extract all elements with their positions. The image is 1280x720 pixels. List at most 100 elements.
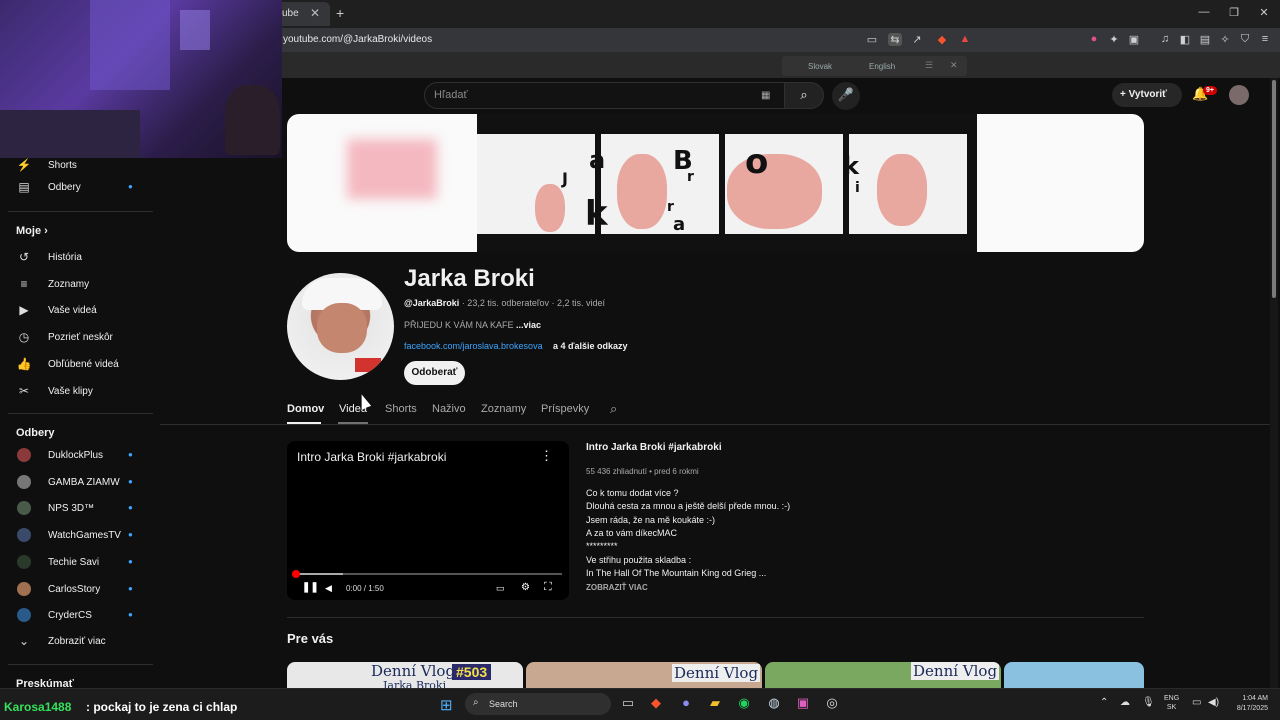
- voice-search-button[interactable]: 🎤: [832, 82, 860, 110]
- banner-face: [535, 184, 565, 232]
- media-icon[interactable]: ♫: [1158, 33, 1172, 45]
- close-window-button[interactable]: ✕: [1256, 6, 1272, 19]
- volume-tray-icon[interactable]: ◀): [1208, 697, 1219, 708]
- subtitles-icon[interactable]: ▭: [496, 583, 505, 594]
- more-options-icon[interactable]: ⋮: [540, 448, 553, 464]
- video-thumbnail[interactable]: Denní Vlog: [765, 662, 1001, 690]
- app-icon[interactable]: ▣: [793, 695, 813, 711]
- your-videos-icon: ▶: [19, 303, 29, 318]
- fullscreen-icon[interactable]: ⛶: [544, 581, 552, 594]
- translate-icon[interactable]: ⇆: [888, 33, 902, 46]
- sidebar-toggle-icon[interactable]: ◧: [1178, 33, 1192, 46]
- channel-avatar-small: [17, 581, 31, 596]
- subscription-item[interactable]: CarlosStory ●: [16, 577, 156, 603]
- sidebar-item-your-videos[interactable]: ▶ Vaše videá: [16, 298, 156, 324]
- banner-letter: i: [855, 180, 860, 196]
- leo-ai-icon[interactable]: ✧: [1218, 33, 1232, 46]
- spotify-icon[interactable]: ◉: [734, 695, 754, 711]
- tab-close-icon[interactable]: ✕: [310, 6, 320, 20]
- translate-target-tab[interactable]: English: [869, 62, 895, 71]
- translate-close-icon[interactable]: ✕: [950, 60, 958, 71]
- sidebar-show-more[interactable]: ⌄ Zobraziť viac: [16, 629, 156, 655]
- volume-icon[interactable]: ◀: [325, 583, 332, 594]
- wallet-icon[interactable]: ▤: [1198, 33, 1212, 46]
- banner-face: [617, 154, 667, 229]
- scrollbar-thumb[interactable]: [1272, 80, 1276, 298]
- subscription-item[interactable]: GAMBA ZIAMW ●: [16, 470, 156, 496]
- obs-icon[interactable]: ◎: [822, 695, 842, 711]
- more-links[interactable]: a 4 ďalšie odkazy: [553, 341, 628, 351]
- brave-icon[interactable]: ◆: [646, 695, 666, 711]
- tab-playlists[interactable]: Zoznamy: [481, 403, 526, 415]
- channel-search-icon[interactable]: ⌕: [610, 401, 617, 417]
- subscription-item[interactable]: CryderCS ●: [16, 603, 156, 629]
- channel-avatar[interactable]: [287, 273, 394, 380]
- share-icon[interactable]: ↗: [910, 33, 924, 46]
- new-tab-button[interactable]: +: [336, 5, 344, 21]
- video-thumbnail[interactable]: Denní Vlog: [526, 662, 762, 690]
- network-icon[interactable]: ▭: [1192, 697, 1201, 708]
- tab-home[interactable]: Domov: [287, 403, 324, 415]
- sidebar-item-liked-videos[interactable]: 👍 Obľúbené videá: [16, 352, 156, 378]
- subscription-item[interactable]: Techie Savi ●: [16, 550, 156, 576]
- tab-live[interactable]: Naživo: [432, 403, 466, 415]
- screenshot-icon[interactable]: ▣: [1127, 33, 1141, 46]
- keyboard-icon[interactable]: ▦: [761, 90, 770, 101]
- create-button[interactable]: + Vytvoriť: [1112, 83, 1182, 107]
- translate-menu-icon[interactable]: ☰: [925, 60, 933, 71]
- taskbar-search[interactable]: [465, 693, 611, 715]
- brave-shield-icon[interactable]: ◆: [935, 33, 949, 46]
- restore-button[interactable]: ❐: [1226, 6, 1242, 19]
- channel-description[interactable]: PŘIJEDU K VÁM NA KAFE ...viac: [404, 320, 541, 330]
- translate-source-tab[interactable]: Slovak: [808, 62, 832, 71]
- language-indicator[interactable]: ENG SK: [1164, 694, 1179, 712]
- tab-posts[interactable]: Príspevky: [541, 403, 589, 415]
- channel-avatar-small: [17, 474, 31, 489]
- windows-start-icon[interactable]: ⊞: [440, 696, 453, 714]
- tray-chevron-icon[interactable]: ⌃: [1100, 697, 1108, 708]
- search-button[interactable]: ⌕: [784, 82, 824, 109]
- account-avatar[interactable]: [1229, 85, 1249, 105]
- featured-video-title[interactable]: Intro Jarka Broki #jarkabroki: [586, 442, 722, 453]
- video-thumbnail[interactable]: [1004, 662, 1144, 690]
- video-thumbnail[interactable]: Denní Vlog Jarka Broki #503: [287, 662, 523, 690]
- cast-icon[interactable]: ▭: [865, 33, 879, 46]
- show-more-link[interactable]: ZOBRAZIŤ VIAC: [586, 583, 648, 592]
- extension-vpn-icon[interactable]: ●: [1087, 33, 1101, 45]
- sidebar-item-clips[interactable]: ✂ Vaše klipy: [16, 379, 156, 405]
- steam-icon[interactable]: ◍: [764, 695, 784, 711]
- search-box[interactable]: [424, 82, 785, 109]
- subscription-item[interactable]: NPS 3D™ ●: [16, 496, 156, 522]
- sidebar-item-watch-later[interactable]: ◷ Pozrieť neskôr: [16, 325, 156, 351]
- minimize-button[interactable]: —: [1196, 6, 1212, 18]
- brave-rewards-icon[interactable]: ▲: [958, 33, 972, 45]
- file-explorer-icon[interactable]: ▰: [705, 695, 725, 711]
- vpn-shield-icon[interactable]: ⛉: [1238, 33, 1252, 46]
- player-title[interactable]: Intro Jarka Broki #jarkabroki: [297, 450, 446, 464]
- task-view-icon[interactable]: ▭: [618, 695, 638, 711]
- subscription-item[interactable]: WatchGamesTV ●: [16, 523, 156, 549]
- tray-app-icon[interactable]: ☁: [1120, 697, 1130, 708]
- sidebar-item-history[interactable]: ↺ História: [16, 245, 156, 271]
- description-more-link[interactable]: ...viac: [516, 320, 541, 330]
- subscribe-button[interactable]: Odoberať: [404, 361, 465, 385]
- sidebar-item-subscriptions[interactable]: ▤ Odbery ●: [16, 175, 156, 201]
- channel-meta: @JarkaBroki · 23,2 tis. odberateľov · 2,…: [404, 298, 605, 308]
- extensions-icon[interactable]: ✦: [1107, 33, 1121, 46]
- taskbar-clock[interactable]: 1:04 AM 8/17/2025: [1226, 694, 1268, 714]
- sidebar-heading-you[interactable]: Moje ›: [16, 225, 48, 237]
- settings-gear-icon[interactable]: ⚙: [521, 582, 530, 593]
- microphone-tray-icon[interactable]: 🎙: [1142, 697, 1155, 708]
- menu-icon[interactable]: ≡: [1258, 33, 1272, 45]
- pause-button[interactable]: ❚❚: [302, 582, 319, 593]
- subscription-item[interactable]: DuklockPlus ●: [16, 443, 156, 469]
- video-player[interactable]: [287, 441, 569, 600]
- tab-shorts[interactable]: Shorts: [385, 403, 417, 415]
- shorts-icon: ⚡: [16, 158, 32, 172]
- sidebar-item-playlists[interactable]: ≡ Zoznamy: [16, 272, 156, 298]
- banner-face: [727, 154, 822, 229]
- discord-icon[interactable]: ●: [676, 695, 696, 710]
- progress-scrubber[interactable]: [292, 570, 300, 578]
- url-field[interactable]: youtube.com/@JarkaBroki/videos: [283, 34, 432, 45]
- channel-link[interactable]: facebook.com/jaroslava.brokesova: [404, 341, 543, 351]
